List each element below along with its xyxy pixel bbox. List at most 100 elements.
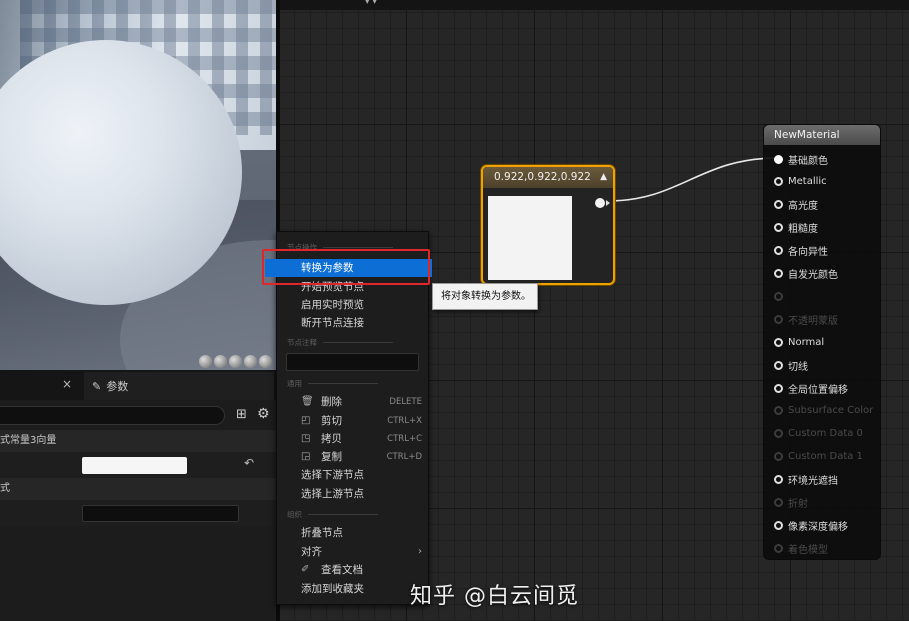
pin-circle-icon[interactable] (774, 520, 783, 530)
pin-circle-icon[interactable] (774, 383, 783, 393)
pin-circle-icon[interactable] (774, 223, 783, 233)
chevron-up-icon[interactable]: ▲ (600, 167, 607, 188)
input-pin[interactable]: Metallic (774, 174, 827, 190)
tooltip: 将对象转换为参数。 (432, 283, 538, 310)
constant-color-swatch[interactable] (82, 457, 187, 474)
preview-shape-toolbar (199, 355, 272, 368)
pin-circle-icon[interactable] (774, 314, 783, 324)
input-pin[interactable]: Normal (774, 334, 824, 350)
node-color-preview (488, 196, 572, 280)
menu-item-add-to-favorites[interactable]: 添加到收藏夹 (277, 580, 430, 598)
category-label: 式 (0, 483, 10, 494)
pin-circle-icon[interactable] (774, 406, 783, 416)
input-pin[interactable]: 环境光遮挡 (774, 472, 838, 488)
panel-tab-bar: × ✎ 参数 (0, 370, 276, 400)
category-material-expression-2[interactable]: 式 (0, 478, 276, 500)
input-pin[interactable]: 高光度 (774, 197, 818, 213)
input-pin[interactable]: 各向异性 (774, 243, 828, 259)
pin-circle-icon[interactable] (774, 543, 783, 553)
pin-circle-icon[interactable] (774, 200, 783, 210)
node-comment-input[interactable] (286, 353, 419, 371)
pin-circle-icon[interactable] (774, 452, 783, 462)
gear-icon[interactable]: ⚙ (257, 406, 270, 422)
menu-item-delete[interactable]: 🗑 删除 DELETE (277, 393, 430, 411)
pin-label: 像素深度偏移 (788, 521, 848, 533)
input-pin[interactable]: 折射 (774, 495, 808, 511)
node-title-bar[interactable]: NewMaterial (764, 125, 880, 145)
preview-viewport[interactable] (0, 0, 276, 370)
plane-icon[interactable] (244, 355, 257, 368)
menu-item-collapse-node[interactable]: 折叠节点 (277, 524, 430, 542)
pin-label: Subsurface Color (788, 405, 874, 417)
pin-circle-icon[interactable] (774, 337, 783, 347)
pin-label: 不透明蒙版 (788, 315, 838, 327)
menu-item-select-downstream[interactable]: 选择下游节点 (277, 466, 430, 484)
input-pin[interactable]: Custom Data 1 (774, 449, 863, 465)
trash-icon: 🗑 (301, 396, 314, 407)
tab-params[interactable]: ✎ 参数 (84, 372, 274, 400)
pin-label: Custom Data 0 (788, 428, 863, 440)
annotation-highlight-box (262, 249, 430, 285)
pin-circle-icon[interactable] (774, 498, 783, 507)
pin-circle-icon[interactable] (774, 429, 783, 439)
menu-item-break-node-links[interactable]: 断开节点连接 (277, 314, 430, 332)
category-material-expression[interactable]: 式常量3向量 (0, 430, 276, 452)
copy-icon: ◳ (301, 433, 311, 444)
cylinder-icon[interactable] (229, 355, 242, 368)
details-search-row: ⊞ ⚙ (0, 404, 276, 428)
input-pin[interactable] (774, 288, 788, 304)
pin-circle-icon[interactable] (774, 269, 783, 278)
input-pin[interactable]: 切线 (774, 357, 808, 373)
pin-label: Metallic (788, 176, 827, 188)
pin-label: Custom Data 1 (788, 451, 863, 463)
pin-circle-icon[interactable] (774, 475, 783, 485)
tab-params-label: 参数 (106, 380, 129, 393)
output-arrow-icon (606, 200, 610, 206)
pin-label: 粗糙度 (788, 224, 818, 236)
search-input[interactable] (0, 406, 225, 425)
menu-item-align[interactable]: 对齐 › (277, 543, 430, 561)
menu-item-cut[interactable]: ◰ 剪切 CTRL+X (277, 412, 430, 430)
input-pin[interactable]: 自发光颜色 (774, 266, 838, 282)
duplicate-icon: ◲ (301, 451, 311, 462)
constant3vector-node[interactable]: 0.922,0.922,0.922 ▲ (481, 165, 615, 285)
input-pin[interactable]: 不透明蒙版 (774, 311, 838, 327)
input-pin[interactable]: Subsurface Color (774, 403, 873, 419)
input-pin[interactable]: Custom Data 0 (774, 426, 863, 442)
pin-label: 全局位置偏移 (788, 384, 848, 396)
pin-label: 基础颜色 (788, 155, 828, 167)
output-pin[interactable] (595, 198, 605, 208)
section-header: 节点注释 (287, 336, 393, 348)
close-icon[interactable]: × (62, 377, 72, 391)
menu-item-view-docs[interactable]: ✐ 查看文档 (277, 561, 430, 579)
section-header: 组织 (287, 508, 378, 520)
menu-item-duplicate[interactable]: ◲ 复制 CTRL+D (277, 448, 430, 466)
material-result-node[interactable]: NewMaterial 基础颜色 Metallic 高光度粗糙度各向异性自发光颜色不… (763, 124, 881, 560)
input-pin[interactable]: 全局位置偏移 (774, 380, 848, 396)
sphere-icon[interactable] (199, 355, 212, 368)
pin-circle-icon[interactable] (774, 291, 783, 301)
menu-item-select-upstream[interactable]: 选择上游节点 (277, 485, 430, 503)
pin-label: 高光度 (788, 201, 818, 213)
sphere-icon[interactable] (214, 355, 227, 368)
node-title-bar[interactable]: 0.922,0.922,0.922 ▲ (483, 167, 613, 188)
property-desc-row (0, 500, 276, 526)
input-pin[interactable]: 粗糙度 (774, 220, 818, 236)
reset-icon[interactable]: ↶ (244, 456, 254, 470)
pencil-icon: ✎ (92, 379, 102, 393)
pin-label: 切线 (788, 361, 808, 373)
table-view-icon[interactable]: ⊞ (236, 407, 247, 422)
pin-circle-icon[interactable] (774, 154, 783, 164)
pin-circle-icon[interactable] (774, 246, 783, 256)
input-pin[interactable]: 像素深度偏移 (774, 517, 848, 533)
toolbar-glyph: ▾ ▾ (365, 0, 377, 7)
teapot-icon[interactable] (259, 355, 272, 368)
pin-circle-icon[interactable] (774, 177, 783, 187)
menu-item-enable-realtime-preview[interactable]: 启用实时预览 (277, 296, 430, 314)
desc-field[interactable] (82, 505, 239, 522)
input-pin[interactable]: 着色模型 (774, 540, 828, 556)
menu-item-copy[interactable]: ◳ 拷贝 CTRL+C (277, 430, 430, 448)
input-pin[interactable]: 基础颜色 (774, 151, 828, 167)
section-header: 通用 (287, 377, 378, 389)
pin-circle-icon[interactable] (774, 360, 783, 370)
